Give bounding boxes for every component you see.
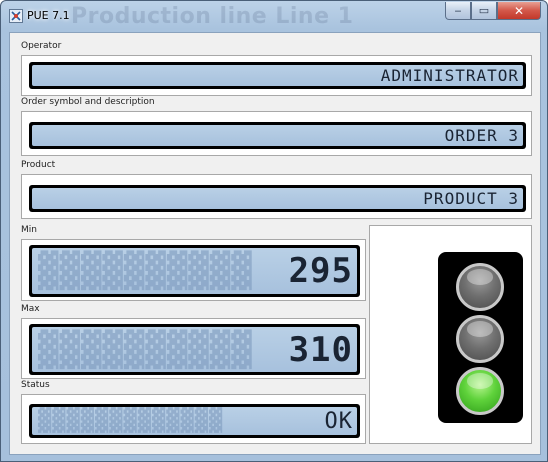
max-panel: ▓▓▓▓▓▓▓▓▓▓ 310: [21, 318, 366, 379]
operator-label: Operator: [21, 41, 62, 51]
app-window: Production line Line 1 PUE 7.1 ‒ ▭ ✕ Ope…: [0, 0, 548, 462]
operator-display: ADMINISTRATOR: [29, 62, 526, 89]
window-title: PUE 7.1: [27, 9, 70, 22]
min-label: Min: [21, 225, 37, 235]
client-area: Operator ADMINISTRATOR Order symbol and …: [9, 32, 541, 455]
status-display: ▓▓▓▓▓▓▓▓▓▓▓▓▓ OK: [29, 404, 360, 438]
close-icon: ✕: [513, 3, 525, 18]
traffic-light-yellow-lamp: [456, 315, 504, 363]
traffic-light-green-lamp: [456, 367, 504, 415]
status-panel: ▓▓▓▓▓▓▓▓▓▓▓▓▓ OK: [21, 394, 366, 444]
max-display: ▓▓▓▓▓▓▓▓▓▓ 310: [29, 324, 360, 375]
title-bar[interactable]: Production line Line 1 PUE 7.1 ‒ ▭ ✕: [1, 1, 547, 31]
order-label: Order symbol and description: [21, 97, 155, 107]
product-value: PRODUCT 3: [423, 189, 519, 208]
product-label: Product: [21, 160, 56, 170]
operator-value: ADMINISTRATOR: [380, 66, 519, 85]
traffic-light-panel: [369, 225, 532, 444]
max-value: 310: [288, 329, 353, 370]
minimize-icon: ‒: [454, 4, 462, 17]
min-value: 295: [288, 251, 353, 291]
min-display: ▓▓▓▓▓▓▓▓▓▓ 295: [29, 245, 360, 297]
order-display: ORDER 3: [29, 122, 526, 149]
order-value: ORDER 3: [444, 126, 519, 145]
min-panel: ▓▓▓▓▓▓▓▓▓▓ 295: [21, 239, 366, 301]
traffic-light-red-lamp: [456, 263, 504, 311]
app-icon: [9, 9, 23, 23]
ghost-title: Production line Line 1: [71, 4, 354, 29]
order-panel: ORDER 3: [21, 111, 532, 156]
product-panel: PRODUCT 3: [21, 174, 532, 219]
status-label: Status: [21, 380, 50, 390]
traffic-light: [438, 252, 523, 423]
window-controls: ‒ ▭ ✕: [445, 2, 541, 20]
close-button[interactable]: ✕: [497, 2, 541, 20]
operator-panel: ADMINISTRATOR: [21, 55, 532, 96]
maximize-button[interactable]: ▭: [471, 2, 497, 20]
max-label: Max: [21, 304, 40, 314]
status-value: OK: [324, 408, 353, 434]
minimize-button[interactable]: ‒: [445, 2, 471, 20]
maximize-icon: ▭: [478, 4, 490, 17]
product-display: PRODUCT 3: [29, 185, 526, 212]
